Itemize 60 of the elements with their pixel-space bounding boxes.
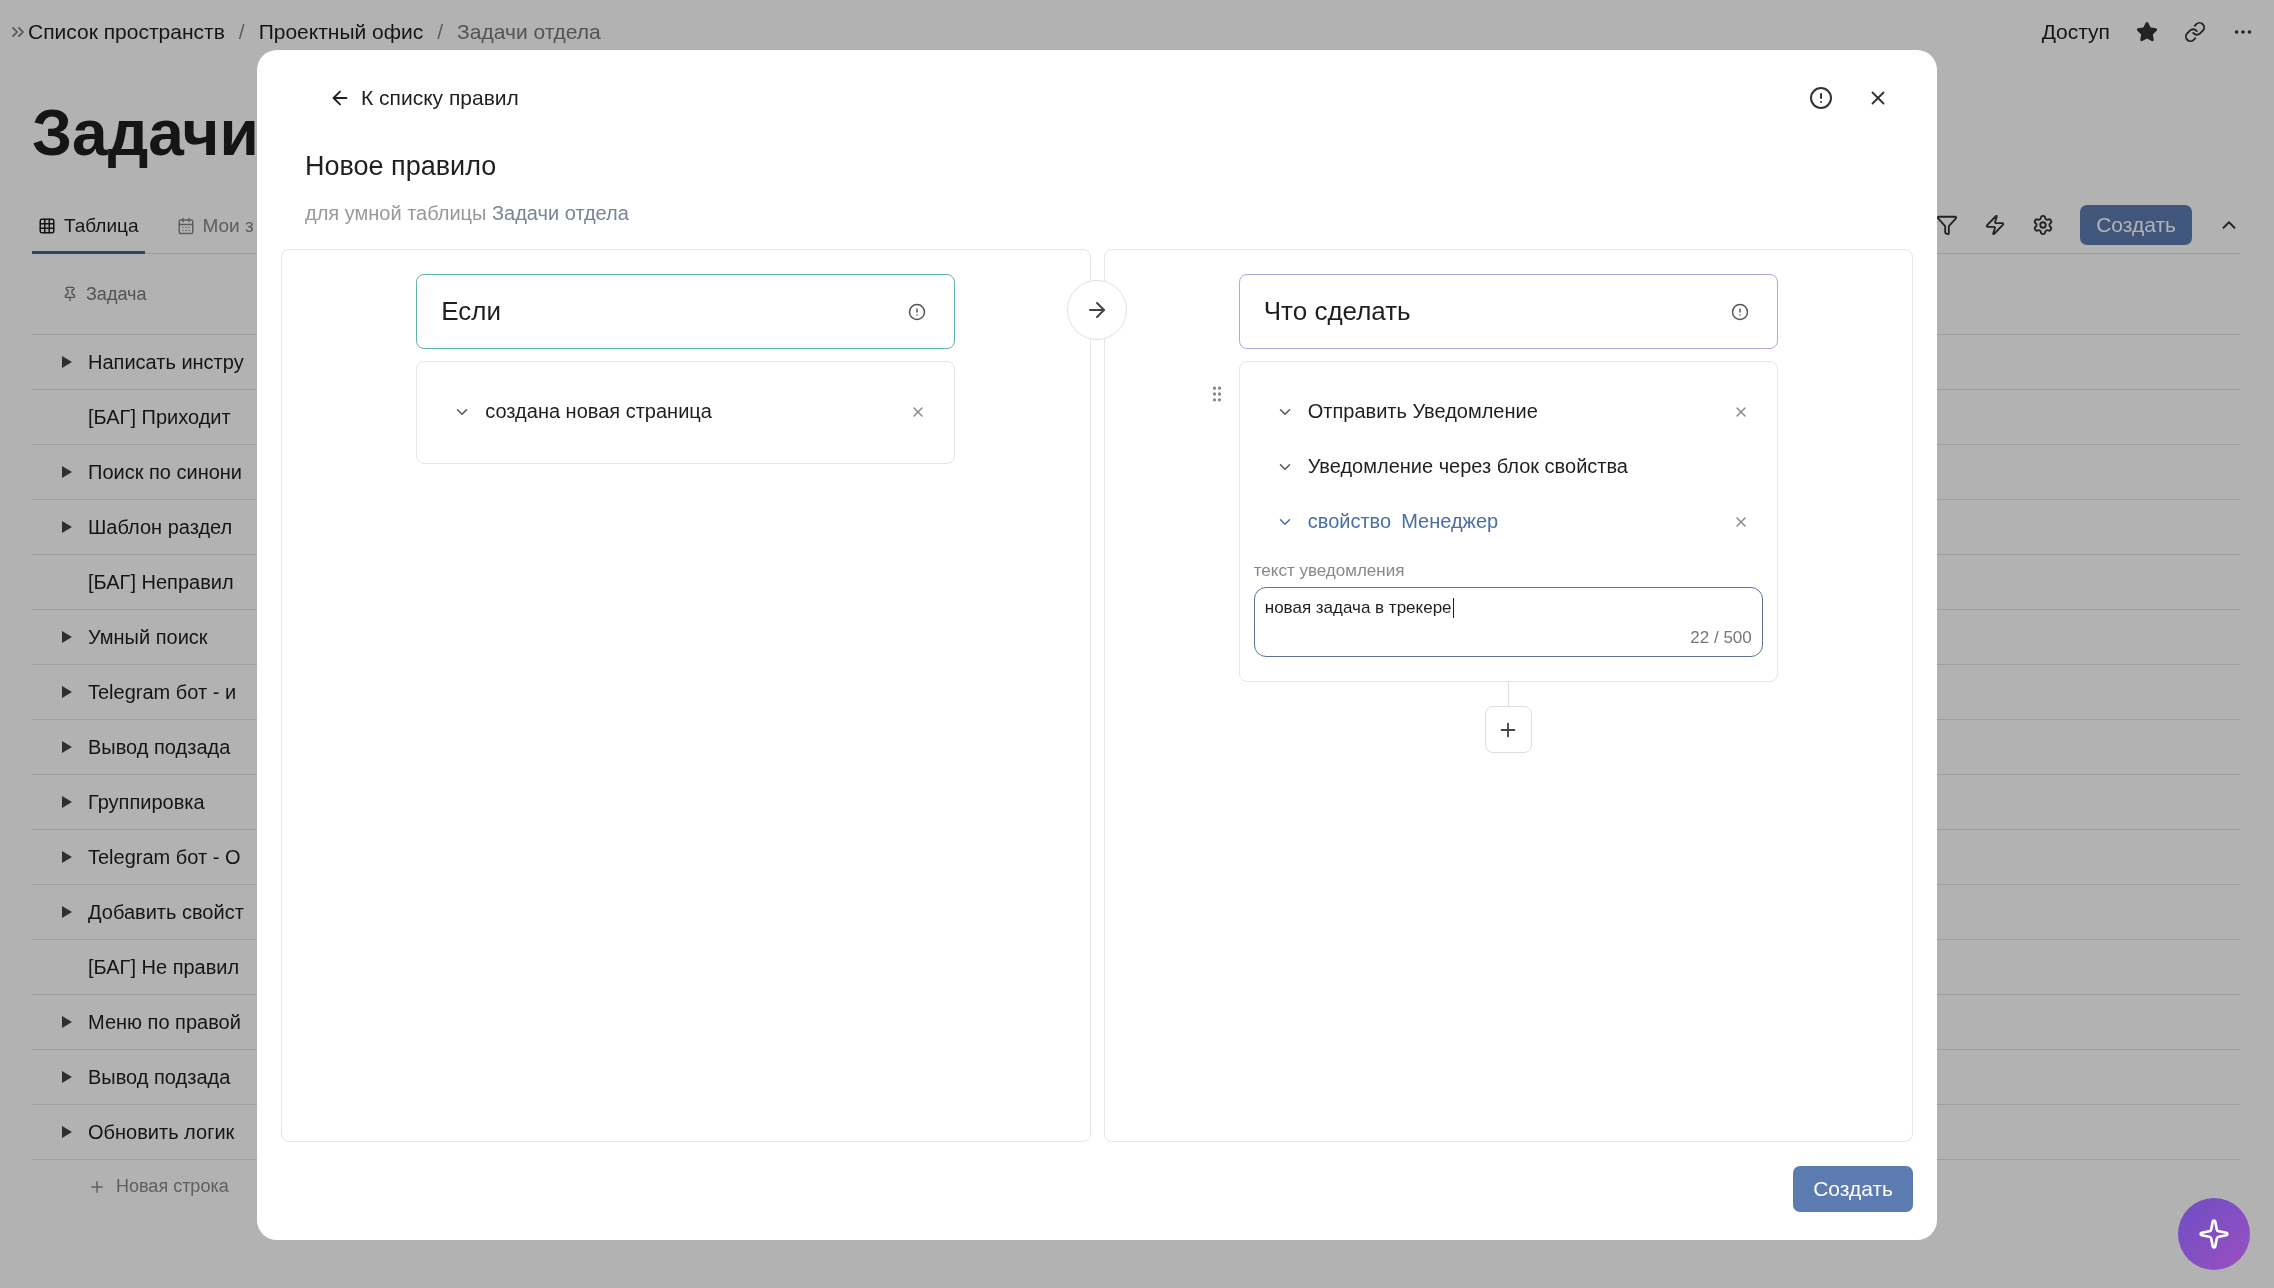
add-action-button[interactable] [1484, 706, 1532, 754]
back-link[interactable]: К списку правил [329, 86, 519, 110]
task-title[interactable]: [БАГ] Не правил [88, 955, 240, 979]
field-label: текст уведомления [1253, 561, 1406, 582]
breadcrumb-separator: / [238, 20, 245, 44]
breadcrumb-link[interactable]: Проектный офис [258, 20, 424, 44]
expand-caret-icon[interactable] [62, 631, 72, 643]
expand-caret-icon[interactable] [62, 796, 72, 808]
property-select[interactable]: свойство Менеджер [1307, 510, 1719, 534]
filter-icon[interactable] [1936, 214, 1959, 236]
settings-icon[interactable] [2032, 214, 2055, 236]
action-heading: Что сделать [1263, 296, 1411, 328]
expand-caret-icon[interactable] [62, 906, 72, 918]
view-tab[interactable]: Таблица [32, 215, 145, 254]
task-title[interactable]: Добавить свойст [88, 900, 244, 924]
task-title[interactable]: Меню по правой [88, 1010, 241, 1034]
task-title[interactable]: Обновить логик [88, 1120, 235, 1144]
expand-caret-icon[interactable] [62, 686, 72, 698]
lightning-icon[interactable] [1984, 214, 2007, 236]
breadcrumb-link[interactable]: Задачи отдела [457, 20, 601, 44]
task-title[interactable]: Telegram бот - и [88, 680, 237, 704]
task-title[interactable]: Вывод подзада [88, 735, 231, 759]
task-title[interactable]: Вывод подзада [88, 1065, 231, 1089]
expand-caret-icon[interactable] [62, 1016, 72, 1028]
expand-caret-icon[interactable] [62, 521, 72, 533]
trigger-heading: Если [441, 296, 501, 328]
task-title[interactable]: Написать инстру [88, 350, 244, 374]
expand-caret-icon[interactable] [62, 741, 72, 753]
item-label[interactable]: Уведомление через блок свойства [1307, 455, 1749, 479]
link-icon[interactable] [2184, 21, 2206, 43]
info-icon[interactable] [908, 302, 927, 321]
grid-icon [38, 217, 56, 235]
task-title[interactable]: [БАГ] Неправил [88, 570, 234, 594]
dialog-subtitle: для умной таблицы Задачи отдела [305, 202, 630, 226]
expand-caret-icon[interactable] [62, 356, 72, 368]
task-title[interactable]: Поиск по синони [88, 460, 243, 484]
task-title[interactable]: Умный поиск [88, 625, 208, 649]
item-label[interactable]: создана новая страница [485, 400, 897, 424]
task-title[interactable]: Группировка [88, 790, 205, 814]
task-title[interactable]: [БАГ] Приходит [88, 405, 231, 429]
task-title[interactable]: Telegram бот - О [88, 845, 241, 869]
expand-caret-icon[interactable] [62, 851, 72, 863]
access-button[interactable]: Доступ [2041, 20, 2110, 44]
breadcrumb-link[interactable]: Список пространств [28, 20, 225, 44]
item-label[interactable]: Отправить Уведомление [1307, 400, 1719, 424]
task-title[interactable]: Шаблон раздел [88, 515, 233, 539]
column-header: Задача [86, 283, 147, 305]
message-field[interactable]: новая задача в трекере 22 / 500 [1253, 587, 1763, 658]
sparkle-icon [2198, 1218, 2230, 1250]
info-icon[interactable] [1809, 86, 1833, 110]
create-button[interactable]: Создать [1793, 1166, 1913, 1213]
expand-caret-icon[interactable] [62, 466, 72, 478]
expand-caret-icon[interactable] [62, 1071, 72, 1083]
breadcrumb-separator: / [437, 20, 444, 44]
star-icon[interactable] [2136, 21, 2158, 43]
pin-icon [62, 286, 78, 302]
info-icon[interactable] [1730, 302, 1749, 321]
expand-caret-icon[interactable] [62, 1126, 72, 1138]
dialog-title: Новое правило [305, 150, 498, 183]
calendar-icon [176, 217, 195, 235]
